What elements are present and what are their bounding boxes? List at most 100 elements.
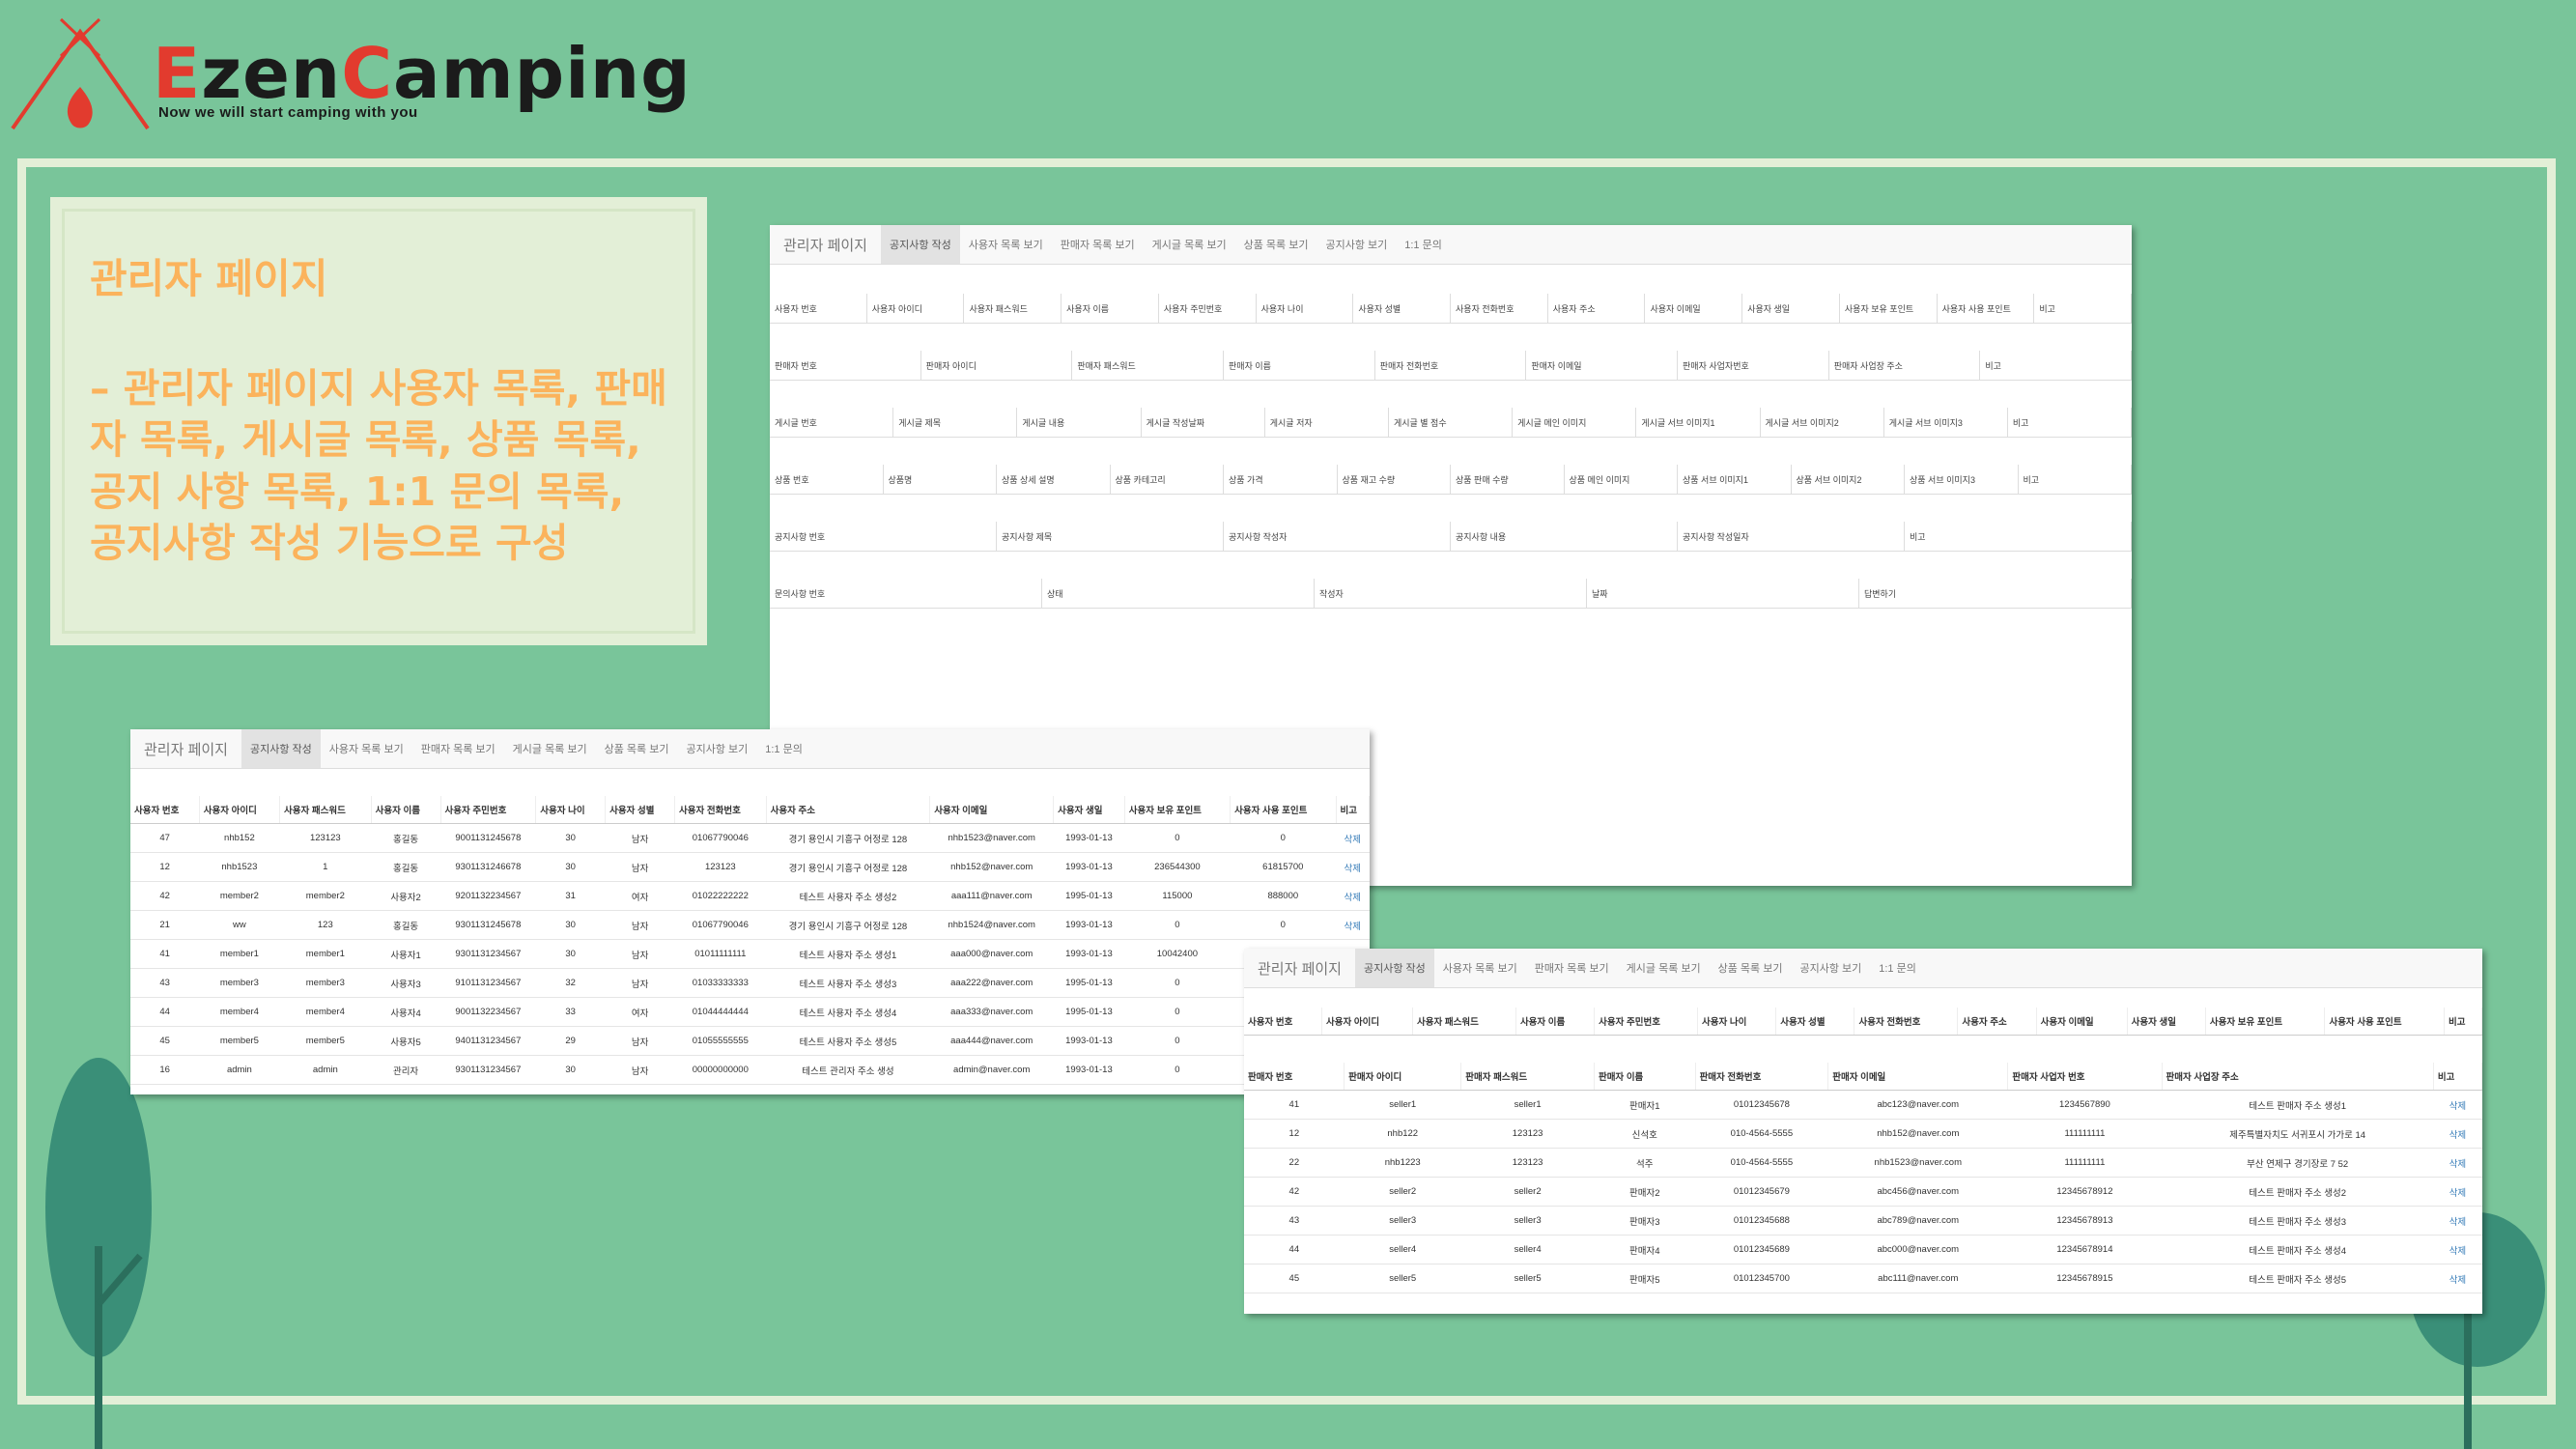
delete-link[interactable]: 삭제 xyxy=(2433,1090,2482,1120)
table-cell: 경기 용인시 기흥구 어정로 128 xyxy=(766,910,930,940)
navbar-brand[interactable]: 관리자 페이지 xyxy=(1244,958,1355,979)
table-cell: 홍길동 xyxy=(371,910,441,940)
table-cell: 44 xyxy=(130,997,200,1027)
schema-column-header: 날짜 xyxy=(1587,579,1859,608)
column-header: 사용자 전화번호 xyxy=(674,796,767,824)
table-cell: 1993-01-13 xyxy=(1053,1026,1125,1056)
table-cell: abc456@naver.com xyxy=(1827,1177,2008,1207)
schema-column-header: 사용자 이름 xyxy=(1062,294,1159,323)
table-cell: seller2 xyxy=(1344,1177,1461,1207)
column-header: 사용자 보유 포인트 xyxy=(2205,1008,2326,1036)
table-cell: 43 xyxy=(1244,1206,1345,1236)
delete-link[interactable]: 삭제 xyxy=(1336,823,1370,853)
table-row: 21 ww 123 홍길동 9301131245678 30 남자 01067790046 경기… xyxy=(130,910,1370,940)
table-cell: 12345678912 xyxy=(2007,1177,2162,1207)
table-cell: 테스트 판매자 주소 생성3 xyxy=(2162,1206,2434,1236)
user-header-table: 사용자 번호 사용자 아이디 사용자 패스워드 사용자 이름 사용자 주민번호 사용자 나… xyxy=(1244,1008,2482,1036)
table-cell: 010-4564-5555 xyxy=(1695,1148,1828,1178)
nav-posts[interactable]: 게시글 목록 보기 xyxy=(504,729,596,768)
delete-link[interactable]: 삭제 xyxy=(1336,910,1370,940)
nav-notices[interactable]: 공지사항 보기 xyxy=(1791,949,1870,987)
table-row: 42 member2 member2 사용자2 9201132234567 31 여자 010… xyxy=(130,881,1370,911)
nav-notice-write[interactable]: 공지사항 작성 xyxy=(880,225,960,264)
nav-posts[interactable]: 게시글 목록 보기 xyxy=(1144,225,1235,264)
nav-notices[interactable]: 공지사항 보기 xyxy=(1316,225,1396,264)
table-cell: member2 xyxy=(279,881,372,911)
user-table: 사용자 번호 사용자 아이디 사용자 패스워드 사용자 이름 사용자 주민번호 사용자 나… xyxy=(130,796,1370,1085)
nav-products[interactable]: 상품 목록 보기 xyxy=(596,729,678,768)
nav-notice-write[interactable]: 공지사항 작성 xyxy=(241,729,321,768)
delete-link[interactable]: 삭제 xyxy=(2433,1206,2482,1236)
column-header: 판매자 사업자 번호 xyxy=(2007,1063,2163,1091)
logo: EzenCamping Now we will start camping wi… xyxy=(8,17,691,133)
table-cell: member3 xyxy=(279,968,372,998)
nav-inquiry[interactable]: 1:1 문의 xyxy=(1396,225,1451,264)
table-cell: 남자 xyxy=(605,910,675,940)
nav-users[interactable]: 사용자 목록 보기 xyxy=(960,225,1052,264)
column-header: 판매자 번호 xyxy=(1244,1063,1345,1091)
table-row: 12 nhb1523 1 홍길동 9301131246678 30 남자 123123 경기 용… xyxy=(130,852,1370,882)
table-cell: 888000 xyxy=(1230,881,1336,911)
table-cell: 30 xyxy=(535,852,606,882)
table-cell: 경기 용인시 기흥구 어정로 128 xyxy=(766,852,930,882)
nav-users[interactable]: 사용자 목록 보기 xyxy=(321,729,412,768)
schema-column-header: 게시글 서브 이미지3 xyxy=(1884,408,2008,437)
table-cell: member4 xyxy=(199,997,280,1027)
nav-notices[interactable]: 공지사항 보기 xyxy=(677,729,756,768)
table-cell: admin@naver.com xyxy=(929,1055,1054,1085)
nav-sellers[interactable]: 판매자 목록 보기 xyxy=(1052,225,1144,264)
table-cell: 12345678913 xyxy=(2007,1206,2162,1236)
seller-list-screenshot: 관리자 페이지 공지사항 작성 사용자 목록 보기 판매자 목록 보기 게시글 … xyxy=(1244,949,2482,1314)
table-cell: 115000 xyxy=(1124,881,1231,911)
schema-column-header: 비고 xyxy=(2019,465,2132,494)
table-cell: nhb152@naver.com xyxy=(929,852,1054,882)
nav-users[interactable]: 사용자 목록 보기 xyxy=(1434,949,1526,987)
table-cell: 1995-01-13 xyxy=(1053,997,1125,1027)
table-cell: 테스트 관리자 주소 생성 xyxy=(766,1055,930,1085)
column-header: 사용자 주민번호 xyxy=(440,796,537,824)
table-cell: 남자 xyxy=(605,1026,675,1056)
nav-inquiry[interactable]: 1:1 문의 xyxy=(756,729,811,768)
table-cell: 판매자4 xyxy=(1594,1235,1696,1264)
delete-link[interactable]: 삭제 xyxy=(2433,1148,2482,1178)
table-cell: nhb1524@naver.com xyxy=(929,910,1054,940)
delete-link[interactable]: 삭제 xyxy=(2433,1119,2482,1149)
table-cell: 1993-01-13 xyxy=(1053,823,1125,853)
table-cell: 9301131234567 xyxy=(440,939,536,969)
delete-link[interactable]: 삭제 xyxy=(2433,1177,2482,1207)
table-cell: 01033333333 xyxy=(674,968,767,998)
table-cell: 9101131234567 xyxy=(440,968,536,998)
table-cell: 32 xyxy=(535,968,606,998)
column-header: 비고 xyxy=(2433,1063,2482,1091)
schema-column-header: 상품 서브 이미지3 xyxy=(1905,465,2019,494)
table-cell: 테스트 사용자 주소 생성3 xyxy=(766,968,930,998)
schema-column-header: 공지사항 작성일자 xyxy=(1678,522,1905,551)
nav-products[interactable]: 상품 목록 보기 xyxy=(1235,225,1317,264)
schema-column-header: 판매자 사업자번호 xyxy=(1678,351,1829,380)
nav-notice-write[interactable]: 공지사항 작성 xyxy=(1354,949,1434,987)
nav-sellers[interactable]: 판매자 목록 보기 xyxy=(412,729,504,768)
nav-products[interactable]: 상품 목록 보기 xyxy=(1710,949,1792,987)
table-cell: 01012345700 xyxy=(1695,1264,1828,1293)
navbar-brand[interactable]: 관리자 페이지 xyxy=(130,739,241,759)
navbar-brand[interactable]: 관리자 페이지 xyxy=(770,235,881,255)
schema-column-header: 게시글 메인 이미지 xyxy=(1513,408,1637,437)
delete-link[interactable]: 삭제 xyxy=(1336,852,1370,882)
table-cell: 10042400 xyxy=(1124,939,1231,969)
nav-posts[interactable]: 게시글 목록 보기 xyxy=(1618,949,1710,987)
table-row: 45 member5 member5 사용자5 9401131234567 29 남자 010… xyxy=(130,1026,1370,1056)
column-header: 비고 xyxy=(2444,1008,2482,1036)
nav-sellers[interactable]: 판매자 목록 보기 xyxy=(1526,949,1618,987)
delete-link[interactable]: 삭제 xyxy=(2433,1235,2482,1264)
description-box: 관리자 페이지 – 관리자 페이지 사용자 목록, 판매자 목록, 게시글 목록… xyxy=(50,197,707,645)
table-cell: 0 xyxy=(1230,823,1336,853)
schema-header-row: 게시글 번호 게시글 제목 게시글 내용 게시글 작성날짜 게시글 저자 게시글 별 점수… xyxy=(770,408,2132,438)
table-cell: nhb152@naver.com xyxy=(1827,1119,2008,1149)
delete-link[interactable]: 삭제 xyxy=(1336,881,1370,911)
table-cell: aaa000@naver.com xyxy=(929,939,1054,969)
table-cell: 12345678915 xyxy=(2007,1264,2162,1293)
table-cell: seller1 xyxy=(1460,1090,1595,1120)
nav-inquiry[interactable]: 1:1 문의 xyxy=(1870,949,1925,987)
table-cell: 판매자2 xyxy=(1594,1177,1696,1207)
delete-link[interactable]: 삭제 xyxy=(2433,1264,2482,1293)
